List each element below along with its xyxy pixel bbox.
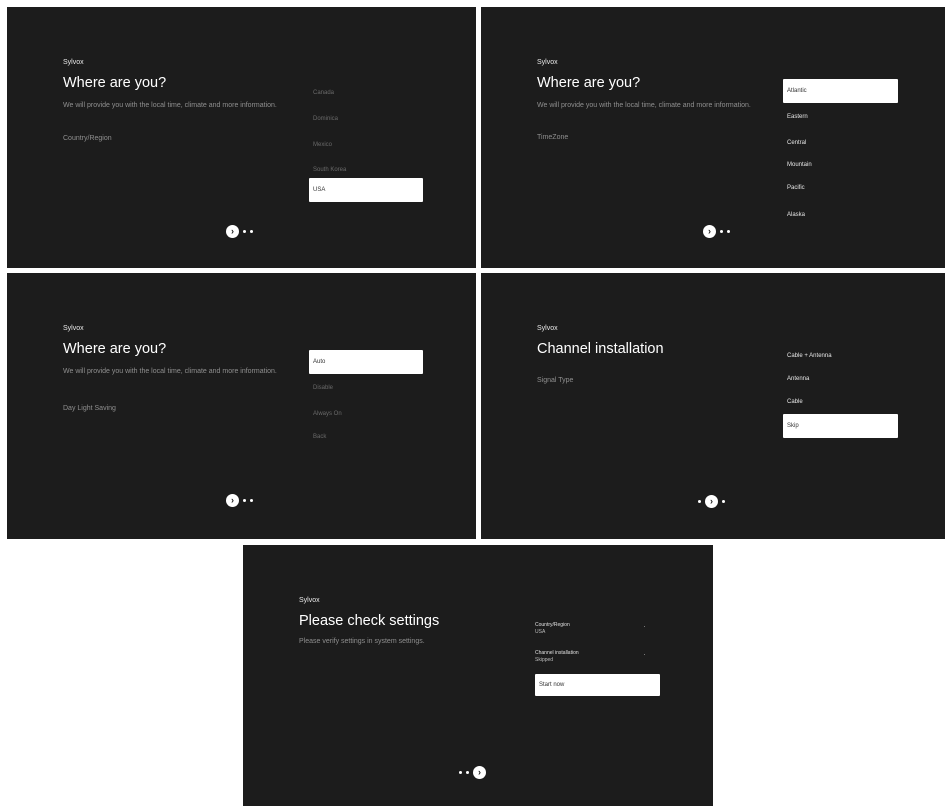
page-dot — [698, 499, 701, 503]
summary-channel-installation[interactable]: Channel installation Skipped — [535, 650, 645, 664]
option-dominica[interactable]: Dominica — [309, 107, 423, 131]
summary-label: Country/Region — [535, 622, 570, 628]
option-canada[interactable]: Canada — [309, 81, 423, 105]
brand-label: Sylvox — [537, 325, 558, 332]
setup-screen-timezone: Sylvox Where are you? We will provide yo… — [481, 7, 945, 268]
page-description: We will provide you with the local time,… — [63, 102, 277, 109]
brand-label: Sylvox — [63, 59, 84, 66]
next-arrow-icon[interactable]: › — [703, 224, 716, 238]
page-title: Channel installation — [537, 341, 664, 357]
option-mexico[interactable]: Mexico — [309, 133, 423, 157]
page-description: We will provide you with the local time,… — [537, 102, 751, 109]
next-arrow-icon[interactable]: › — [226, 493, 239, 507]
option-central[interactable]: Central — [783, 131, 898, 155]
page-indicator: › — [696, 494, 727, 508]
option-eastern[interactable]: Eastern — [783, 105, 898, 129]
page-title: Where are you? — [63, 341, 167, 357]
page-dot — [459, 770, 462, 774]
summary-country-region[interactable]: Country/Region USA — [535, 622, 645, 636]
summary-value: Skipped — [535, 657, 554, 663]
divider — [644, 654, 645, 655]
page-title: Please check settings — [299, 613, 440, 629]
page-indicator: › — [224, 493, 255, 507]
field-label: Day Light Saving — [63, 405, 116, 412]
page-dot — [243, 498, 246, 502]
setup-screen-daylight-saving: Sylvox Where are you? We will provide yo… — [7, 273, 476, 539]
option-usa-selected[interactable]: USA — [309, 178, 423, 202]
field-label: TimeZone — [537, 134, 569, 141]
page-dot — [250, 498, 253, 502]
option-disable[interactable]: Disable — [309, 376, 423, 400]
option-mountain[interactable]: Mountain — [783, 153, 898, 177]
page-dot — [466, 770, 469, 774]
page-title: Where are you? — [537, 75, 641, 91]
next-arrow-icon[interactable]: › — [705, 494, 718, 508]
page-indicator: › — [457, 765, 488, 779]
setup-screen-check-settings: Sylvox Please check settings Please veri… — [243, 545, 713, 806]
field-label: Country/Region — [63, 135, 112, 142]
field-label: Signal Type — [537, 377, 574, 384]
summary-value: USA — [535, 629, 546, 635]
start-now-button[interactable]: Start now — [535, 674, 660, 696]
option-auto-selected[interactable]: Auto — [309, 350, 423, 374]
option-cable[interactable]: Cable — [783, 390, 898, 414]
summary-label: Channel installation — [535, 650, 579, 656]
page-dot — [727, 229, 730, 233]
option-alaska[interactable]: Alaska — [783, 203, 898, 227]
page-title: Where are you? — [63, 75, 167, 91]
option-skip-selected[interactable]: Skip — [783, 414, 898, 438]
setup-screen-country: Sylvox Where are you? We will provide yo… — [7, 7, 476, 268]
divider — [644, 626, 645, 627]
page-description: Please verify settings in system setting… — [299, 638, 425, 645]
brand-label: Sylvox — [63, 325, 84, 332]
option-antenna[interactable]: Antenna — [783, 367, 898, 391]
brand-label: Sylvox — [299, 597, 320, 604]
setup-screen-channel-installation: Sylvox Channel installation Signal Type … — [481, 273, 945, 539]
option-always-on[interactable]: Always On — [309, 402, 423, 426]
brand-label: Sylvox — [537, 59, 558, 66]
option-cable-antenna[interactable]: Cable + Antenna — [783, 344, 898, 368]
page-dot — [250, 229, 253, 233]
page-indicator: › — [701, 224, 732, 238]
option-pacific[interactable]: Pacific — [783, 176, 898, 200]
option-back[interactable]: Back — [309, 425, 423, 449]
next-arrow-icon[interactable]: › — [473, 765, 486, 779]
page-indicator: › — [224, 224, 255, 238]
page-dot — [722, 499, 725, 503]
next-arrow-icon[interactable]: › — [226, 224, 239, 238]
page-dot — [720, 229, 723, 233]
option-atlantic-selected[interactable]: Atlantic — [783, 79, 898, 103]
page-dot — [243, 229, 246, 233]
page-description: We will provide you with the local time,… — [63, 368, 277, 375]
